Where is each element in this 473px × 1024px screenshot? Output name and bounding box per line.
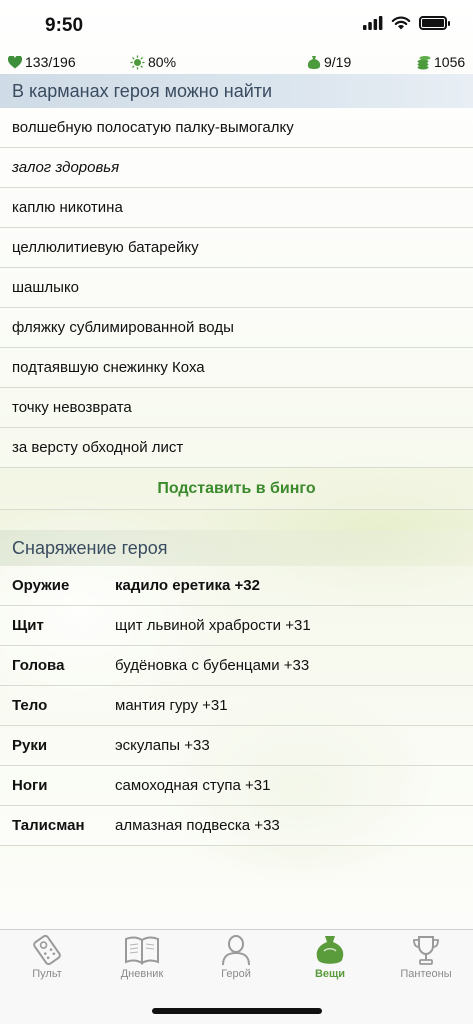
tab-pult[interactable]: Пульт — [7, 934, 87, 980]
pockets-section-header: В карманах героя можно найти — [0, 74, 473, 108]
pocket-item-text: каплю никотина — [12, 199, 123, 216]
home-indicator[interactable] — [152, 1008, 322, 1014]
godpower-value: 80% — [148, 54, 177, 70]
equipment-slot: Тело — [12, 697, 48, 714]
tab-pantheons[interactable]: Пантеоны — [386, 934, 466, 980]
trophy-icon — [413, 936, 439, 965]
gold-stat: 1056 — [417, 54, 465, 70]
pocket-item-text: волшебную полосатую палку-вымогалку — [12, 119, 294, 136]
equipment-row-head: Голова будёновка с бубенцами +33 — [0, 646, 473, 686]
status-time: 9:50 — [45, 15, 84, 36]
tab-items[interactable]: Вещи — [290, 934, 370, 980]
tab-hero[interactable]: Герой — [196, 934, 276, 980]
tab-label: Пантеоны — [400, 968, 452, 980]
equipment-row-shield: Щит щит львиной храбрости +31 — [0, 606, 473, 646]
equipment-title: Снаряжение героя — [12, 537, 168, 558]
equipment-section-header: Снаряжение героя — [0, 530, 473, 566]
pockets-title: В карманах героя можно найти — [12, 80, 273, 101]
pocket-item: целлюлитиевую батарейку — [0, 228, 473, 268]
tab-label: Герой — [221, 968, 251, 980]
book-icon — [125, 936, 159, 965]
equipment-value: кадило еретика +32 — [115, 577, 260, 594]
status-icons — [363, 16, 450, 30]
equipment-row-weapon: Оружие кадило еретика +32 — [0, 566, 473, 606]
health-value: 133/196 — [25, 54, 76, 70]
equipment-slot: Руки — [12, 737, 48, 754]
bingo-button[interactable]: Подставить в бинго — [0, 468, 473, 510]
bingo-button-label: Подставить в бинго — [157, 479, 316, 497]
pocket-item: подтаявшую снежинку Коха — [0, 348, 473, 388]
pocket-item: за версту обходной лист — [0, 428, 473, 468]
status-bar: 9:50 — [0, 0, 473, 52]
tab-diary[interactable]: Дневник — [102, 934, 182, 980]
pocket-item-text: точку невозврата — [12, 399, 132, 416]
money-bag-icon — [307, 55, 321, 69]
equipment-row-arms: Руки эскулапы +33 — [0, 726, 473, 766]
pocket-item: залог здоровья — [0, 148, 473, 188]
tab-label: Пульт — [32, 968, 62, 980]
equipment-value: щит львиной храбрости +31 — [115, 617, 311, 634]
equipment-value: эскулапы +33 — [115, 737, 210, 754]
equipment-slot: Ноги — [12, 777, 48, 794]
pocket-item-text: шашлыко — [12, 279, 80, 296]
pocket-item-text: подтаявшую снежинку Коха — [12, 359, 205, 376]
equipment-value: мантия гуру +31 — [115, 697, 228, 714]
equipment-slot: Голова — [12, 657, 65, 674]
remote-icon — [33, 934, 61, 966]
equipment-row-talisman: Талисман алмазная подвеска +33 — [0, 806, 473, 846]
wifi-icon — [391, 16, 411, 30]
equipment-value: самоходная ступа +31 — [115, 777, 271, 794]
pocket-item-text: за версту обходной лист — [12, 439, 184, 456]
equipment-row-body: Тело мантия гуру +31 — [0, 686, 473, 726]
tab-label: Дневник — [120, 968, 164, 980]
heart-icon — [8, 55, 22, 68]
pocket-item-text: залог здоровья — [12, 159, 120, 176]
equipment-value: алмазная подвеска +33 — [115, 817, 280, 834]
godpower-stat: 80% — [130, 54, 176, 70]
gold-value: 1056 — [434, 54, 466, 70]
equipment-slot: Оружие — [12, 577, 70, 594]
pocket-item: шашлыко — [0, 268, 473, 308]
equipment-slot: Талисман — [12, 817, 85, 834]
cellular-signal-icon — [363, 16, 383, 30]
battery-icon — [419, 16, 450, 30]
pocket-item: фляжку сублимированной воды — [0, 308, 473, 348]
hero-stats-bar: 133/196 80% 9/19 1056 — [0, 52, 473, 74]
hero-icon — [222, 935, 250, 966]
bag-icon — [316, 936, 344, 964]
sun-icon — [130, 55, 145, 69]
inventory-value: 9/19 — [324, 54, 352, 70]
pocket-item: точку невозврата — [0, 388, 473, 428]
coins-icon — [417, 55, 431, 69]
tab-label: Вещи — [314, 968, 346, 980]
health-stat: 133/196 — [8, 54, 76, 70]
pocket-item-text: фляжку сублимированной воды — [12, 319, 234, 336]
equipment-row-legs: Ноги самоходная ступа +31 — [0, 766, 473, 806]
equipment-slot: Щит — [12, 617, 44, 634]
pocket-item: волшебную полосатую палку-вымогалку — [0, 108, 473, 148]
inventory-stat: 9/19 — [307, 54, 351, 70]
pocket-item-text: целлюлитиевую батарейку — [12, 239, 199, 256]
pocket-item: каплю никотина — [0, 188, 473, 228]
equipment-value: будёновка с бубенцами +33 — [115, 657, 310, 674]
